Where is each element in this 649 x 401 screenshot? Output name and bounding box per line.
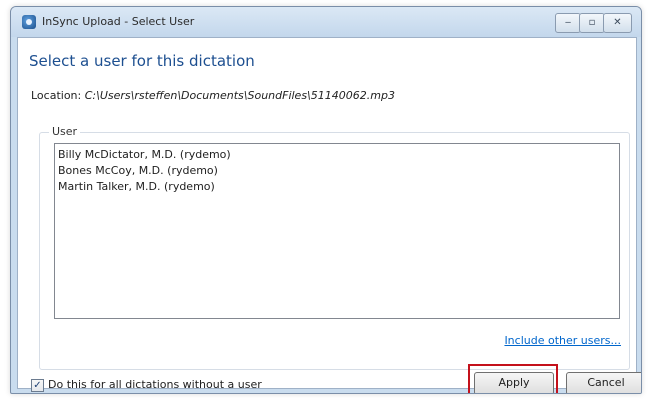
close-button[interactable]: ✕ xyxy=(603,13,632,33)
dialog-content: Select a user for this dictation Locatio… xyxy=(17,37,641,393)
all-dictations-checkbox[interactable]: ✓ xyxy=(31,379,44,392)
location-line: Location: C:\Users\rsteffen\Documents\So… xyxy=(31,89,395,102)
list-item-user[interactable]: Martin Talker, M.D. (rydemo) xyxy=(58,180,215,193)
location-path: C:\Users\rsteffen\Documents\SoundFiles\5… xyxy=(84,89,395,102)
location-label: Location: xyxy=(31,89,82,102)
include-other-users-link[interactable]: Include other users... xyxy=(504,334,621,347)
user-listbox[interactable]: Billy McDictator, M.D. (rydemo) Bones Mc… xyxy=(54,143,620,319)
insync-app-icon xyxy=(22,15,36,29)
window-title: InSync Upload - Select User xyxy=(42,15,195,28)
apply-button[interactable]: Apply xyxy=(474,372,554,393)
dialog-heading: Select a user for this dictation xyxy=(29,52,255,70)
list-item-user[interactable]: Bones McCoy, M.D. (rydemo) xyxy=(58,164,218,177)
list-item-user[interactable]: Billy McDictator, M.D. (rydemo) xyxy=(58,148,231,161)
maximize-button[interactable]: ▫ xyxy=(579,13,605,33)
user-group: User Billy McDictator, M.D. (rydemo) Bon… xyxy=(39,125,630,370)
cancel-button[interactable]: Cancel xyxy=(566,372,641,393)
user-group-label: User xyxy=(49,125,81,138)
all-dictations-checkbox-label[interactable]: Do this for all dictations without a use… xyxy=(48,378,262,391)
minimize-button[interactable]: ‒ xyxy=(555,13,581,33)
title-bar[interactable]: InSync Upload - Select User ‒ ▫ ✕ xyxy=(11,7,641,37)
dialog-window: InSync Upload - Select User ‒ ▫ ✕ Select… xyxy=(10,6,642,394)
